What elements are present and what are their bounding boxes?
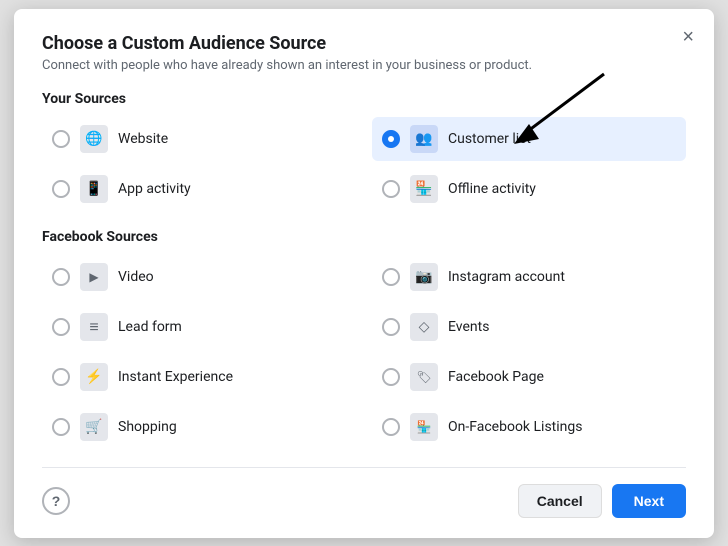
option-shopping[interactable]: 🛒 Shopping [42, 405, 356, 449]
dialog-title: Choose a Custom Audience Source [42, 33, 686, 54]
events-label: Events [448, 319, 489, 335]
option-offline-activity[interactable]: 🏪 Offline activity [372, 167, 686, 211]
option-customer-list[interactable]: 👥 Customer list [372, 117, 686, 161]
customer-list-icon: 👥 [410, 125, 438, 153]
option-lead-form[interactable]: ≡ Lead form [42, 305, 356, 349]
instant-experience-icon: ⚡ [80, 363, 108, 391]
radio-instagram [382, 268, 400, 286]
offline-activity-icon: 🏪 [410, 175, 438, 203]
instagram-label: Instagram account [448, 269, 565, 285]
radio-app-activity [52, 180, 70, 198]
lead-form-icon: ≡ [80, 313, 108, 341]
option-app-activity[interactable]: 📱 App activity [42, 167, 356, 211]
radio-customer-list [382, 130, 400, 148]
video-icon: ▶ [80, 263, 108, 291]
footer-divider [42, 467, 686, 468]
dialog-subtitle: Connect with people who have already sho… [42, 58, 686, 73]
dialog-footer: ? Cancel Next [42, 484, 686, 518]
cancel-button[interactable]: Cancel [518, 484, 602, 518]
close-button[interactable]: × [682, 27, 694, 47]
radio-events [382, 318, 400, 336]
shopping-icon: 🛒 [80, 413, 108, 441]
lead-form-label: Lead form [118, 319, 182, 335]
customer-list-label: Customer list [448, 131, 531, 147]
option-instagram-account[interactable]: 📷 Instagram account [372, 255, 686, 299]
option-website[interactable]: 🌐 Website [42, 117, 356, 161]
option-video[interactable]: ▶ Video [42, 255, 356, 299]
option-events[interactable]: ◇ Events [372, 305, 686, 349]
app-activity-icon: 📱 [80, 175, 108, 203]
radio-website [52, 130, 70, 148]
footer-actions: Cancel Next [518, 484, 686, 518]
your-sources-grid: 🌐 Website 👥 Customer list 📱 App activity… [42, 117, 686, 211]
radio-video [52, 268, 70, 286]
radio-shopping [52, 418, 70, 436]
website-icon: 🌐 [80, 125, 108, 153]
dialog-header: Choose a Custom Audience Source Connect … [42, 33, 686, 73]
facebook-page-label: Facebook Page [448, 369, 544, 385]
radio-offline-activity [382, 180, 400, 198]
website-label: Website [118, 131, 168, 147]
offline-activity-label: Offline activity [448, 181, 536, 197]
facebook-sources-label: Facebook Sources [42, 229, 686, 245]
app-activity-label: App activity [118, 181, 191, 197]
custom-audience-dialog: Choose a Custom Audience Source Connect … [14, 9, 714, 538]
radio-on-facebook-listings [382, 418, 400, 436]
instant-experience-label: Instant Experience [118, 369, 233, 385]
next-button[interactable]: Next [612, 484, 686, 518]
help-button[interactable]: ? [42, 487, 70, 515]
on-facebook-listings-icon: 🏪 [410, 413, 438, 441]
radio-facebook-page [382, 368, 400, 386]
shopping-label: Shopping [118, 419, 177, 435]
option-on-facebook-listings[interactable]: 🏪 On-Facebook Listings [372, 405, 686, 449]
video-label: Video [118, 269, 154, 285]
your-sources-label: Your Sources [42, 91, 686, 107]
events-icon: ◇ [410, 313, 438, 341]
radio-instant-experience [52, 368, 70, 386]
on-facebook-listings-label: On-Facebook Listings [448, 419, 582, 435]
facebook-sources-grid: ▶ Video 📷 Instagram account ≡ Lead form … [42, 255, 686, 449]
facebook-page-icon: 🏷 [410, 363, 438, 391]
option-instant-experience[interactable]: ⚡ Instant Experience [42, 355, 356, 399]
instagram-icon: 📷 [410, 263, 438, 291]
radio-lead-form [52, 318, 70, 336]
option-facebook-page[interactable]: 🏷 Facebook Page [372, 355, 686, 399]
